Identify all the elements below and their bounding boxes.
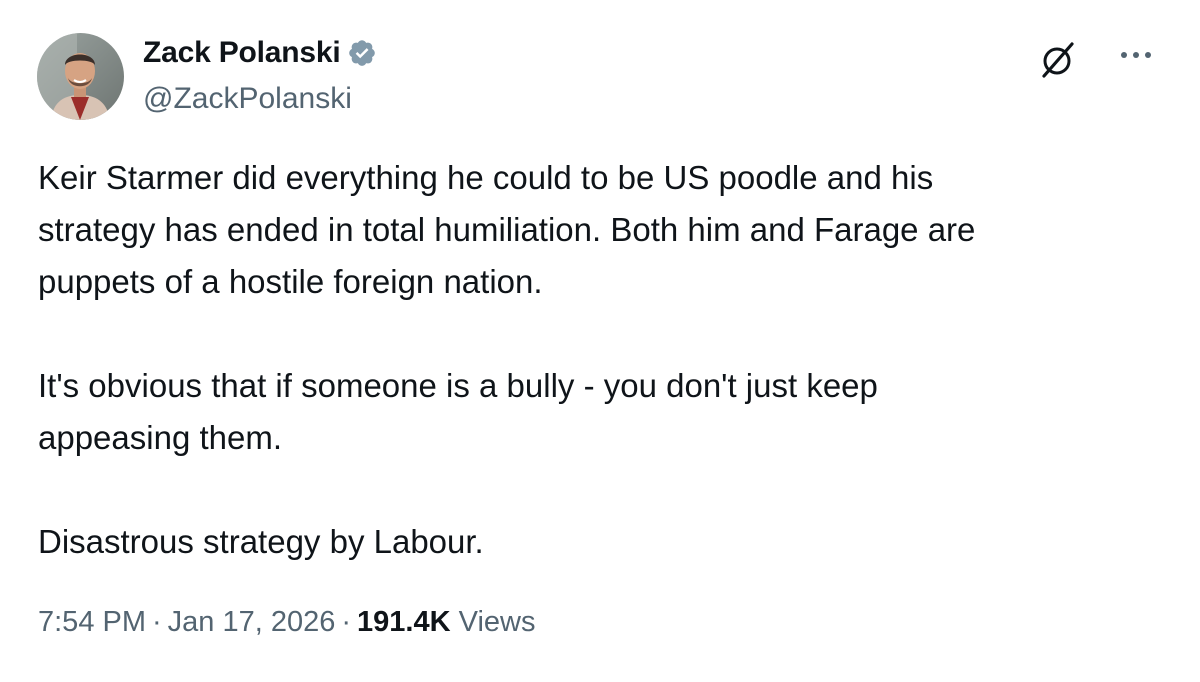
author-name-row: Zack Polanski — [143, 36, 377, 70]
tweet-line: appeasing them. — [38, 419, 283, 456]
verified-badge-icon[interactable] — [347, 38, 377, 68]
views-count: 191.4K — [357, 606, 451, 638]
tweet-card: Zack Polanski @ZackPolanski Keir Starmer… — [0, 0, 1200, 682]
tweet-meta: 7:54 PM · Jan 17, 2026 · 191.4K Views — [38, 606, 535, 639]
tweet-text: Keir Starmer did everything he could to … — [38, 152, 1168, 568]
avatar-photo — [37, 33, 124, 120]
tweet-line: Keir Starmer did everything he could to … — [38, 159, 934, 196]
tweet-time-link[interactable]: 7:54 PM · Jan 17, 2026 — [38, 606, 335, 638]
tweet-line: strategy has ended in total humiliation.… — [38, 211, 976, 248]
meta-separator: · — [152, 606, 162, 638]
tweet-time: 7:54 PM — [38, 606, 146, 638]
views-link[interactable]: 191.4K Views — [357, 606, 535, 638]
more-horizontal-icon[interactable] — [1116, 40, 1156, 70]
tweet-line: It's obvious that if someone is a bully … — [38, 367, 878, 404]
views-label: Views — [458, 606, 536, 638]
meta-separator: · — [341, 606, 352, 638]
tweet-line: Disastrous strategy by Labour. — [38, 523, 484, 560]
grok-icon[interactable] — [1035, 36, 1081, 82]
author-handle[interactable]: @ZackPolanski — [143, 82, 352, 116]
tweet-line: puppets of a hostile foreign nation. — [38, 263, 543, 300]
avatar[interactable] — [37, 33, 124, 120]
tweet-date: Jan 17, 2026 — [167, 606, 336, 638]
author-display-name[interactable]: Zack Polanski — [143, 36, 341, 70]
